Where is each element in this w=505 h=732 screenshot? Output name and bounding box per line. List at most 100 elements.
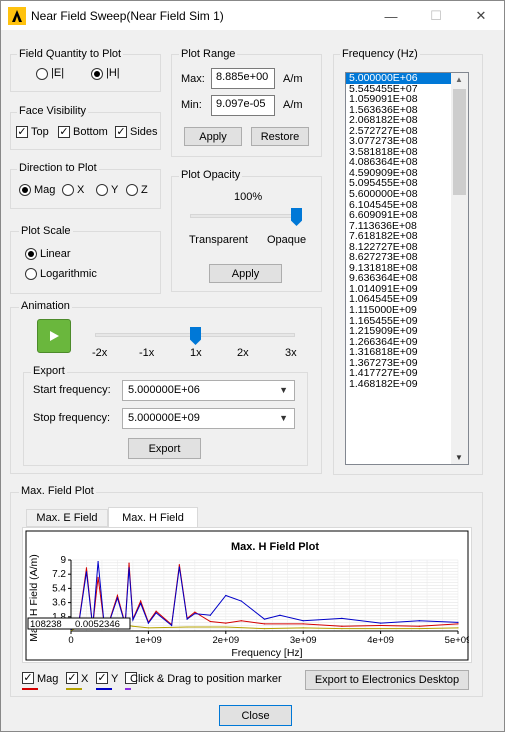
y-tick-label: 3.6 xyxy=(52,598,66,609)
legend-x-checkbox[interactable]: ✓ xyxy=(66,672,78,684)
series-point-y xyxy=(225,594,227,597)
series-point-y xyxy=(171,624,173,627)
series-point-x xyxy=(225,626,227,628)
series-point-mag xyxy=(128,562,130,564)
series-point-mag xyxy=(85,567,88,569)
plot-scale-title: Plot Scale xyxy=(19,225,73,237)
legend-mag-label: Mag xyxy=(37,673,59,685)
max-h-field-chart[interactable]: Max. H Field Plot 0 1e+09 2e+09 3e+09 4e+09 5… xyxy=(25,530,469,661)
radio-z[interactable] xyxy=(126,184,138,196)
opacity-transparent-label: Transparent xyxy=(189,234,248,246)
series-point-x xyxy=(457,627,459,629)
checkbox-sides[interactable]: ✓ xyxy=(115,126,127,138)
legend-mag-checkbox[interactable]: ✓ xyxy=(22,672,34,684)
scrollbar-thumb[interactable] xyxy=(453,89,466,195)
series-point-mag xyxy=(457,623,459,625)
series-point-y xyxy=(147,622,149,624)
export-to-electronics-desktop-button[interactable]: Export to Electronics Desktop xyxy=(305,670,469,690)
max-unit: A/m xyxy=(283,73,303,85)
chevron-down-icon: ▼ xyxy=(279,413,288,423)
x-tick-label: 5e+09 xyxy=(445,635,469,646)
series-point-y xyxy=(380,622,382,624)
field-quantity-title: Field Quantity to Plot xyxy=(17,48,124,60)
series-point-x xyxy=(147,627,149,629)
minimize-button[interactable]: — xyxy=(369,4,413,28)
x-tick-label: 0 xyxy=(68,635,73,646)
series-point-x xyxy=(186,626,188,628)
series-point-mag xyxy=(209,620,211,623)
checkbox-top[interactable]: ✓ xyxy=(16,126,28,138)
radio-h-field[interactable] xyxy=(91,68,103,80)
series-point-mag xyxy=(302,623,304,625)
checkbox-sides-label: Sides xyxy=(130,126,158,138)
stop-frequency-label: Stop frequency: xyxy=(33,412,111,424)
legend-x-line xyxy=(66,688,82,690)
speed-label-2x: 2x xyxy=(237,347,249,359)
legend-marker-label: Click & Drag to position marker xyxy=(130,673,282,685)
close-button[interactable]: Close xyxy=(219,705,292,726)
legend-y-label: Y xyxy=(111,673,119,685)
opacity-apply-button[interactable]: Apply xyxy=(209,264,282,283)
series-point-mag xyxy=(194,611,196,613)
opacity-slider-track[interactable] xyxy=(190,214,302,218)
frequency-list-item[interactable]: 1.468182E+09 xyxy=(346,379,468,390)
x-tick-label: 1e+09 xyxy=(135,635,162,646)
radio-logarithmic-label: Logarithmic xyxy=(40,268,97,280)
frequency-list-item[interactable]: 1.115000E+09 xyxy=(346,305,468,316)
max-label: Max: xyxy=(181,73,205,85)
maximize-button[interactable]: ☐ xyxy=(414,4,458,28)
legend-y-checkbox[interactable]: ✓ xyxy=(96,672,108,684)
series-point-x xyxy=(302,627,304,629)
min-value-input[interactable]: 9.097e-05 xyxy=(211,95,275,116)
legend-x-label: X xyxy=(81,673,89,685)
scroll-down-icon[interactable]: ▼ xyxy=(455,453,463,462)
range-restore-button[interactable]: Restore xyxy=(251,127,309,146)
range-apply-button[interactable]: Apply xyxy=(184,127,242,146)
radio-logarithmic[interactable] xyxy=(25,268,37,280)
series-point-y xyxy=(302,620,304,622)
frequency-list[interactable]: 5.000000E+06 5.545455E+07 1.059091E+08 1.56… xyxy=(345,72,469,465)
frequency-list-item[interactable]: 5.000000E+06 xyxy=(346,73,468,85)
radio-mag[interactable] xyxy=(19,184,31,196)
window-title: Near Field Sweep(Near Field Sim 1) xyxy=(31,9,224,23)
radio-linear-label: Linear xyxy=(40,248,71,260)
animation-title: Animation xyxy=(19,300,72,312)
tab-max-e-field[interactable]: Max. E Field xyxy=(26,509,108,527)
radio-e-field-label: |E| xyxy=(51,67,65,79)
scroll-up-icon[interactable]: ▲ xyxy=(455,75,463,84)
radio-x[interactable] xyxy=(62,184,74,196)
radio-y-label: Y xyxy=(111,184,119,196)
radio-h-field-label: |H| xyxy=(106,67,120,79)
start-frequency-label: Start frequency: xyxy=(33,384,111,396)
opacity-percent: 100% xyxy=(234,191,263,203)
series-point-y xyxy=(341,617,343,619)
max-value-input[interactable]: 8.885e+00 xyxy=(211,68,275,89)
export-title: Export xyxy=(31,365,67,377)
frequency-list-item[interactable]: 5.600000E+08 xyxy=(346,189,468,200)
radio-y[interactable] xyxy=(96,184,108,196)
frequency-scrollbar[interactable]: ▲ ▼ xyxy=(451,73,468,464)
series-point-mag xyxy=(155,610,157,612)
x-tick-label: 3e+09 xyxy=(290,635,317,646)
marker-y-readout: 0.0052346 xyxy=(75,619,120,630)
plot-scale-group xyxy=(10,231,161,294)
close-window-button[interactable]: ✕ xyxy=(459,4,503,28)
tab-max-h-field[interactable]: Max. H Field xyxy=(108,507,198,528)
radio-x-label: X xyxy=(77,184,85,196)
opacity-opaque-label: Opaque xyxy=(267,234,307,246)
play-button[interactable] xyxy=(37,319,71,353)
chart-title: Max. H Field Plot xyxy=(231,541,319,553)
y-tick-label: 7.2 xyxy=(52,569,66,580)
direction-title: Direction to Plot xyxy=(17,162,99,174)
title-bar: Near Field Sweep(Near Field Sim 1) — ☐ ✕ xyxy=(1,1,504,30)
plot-range-title: Plot Range xyxy=(179,48,238,60)
radio-linear[interactable] xyxy=(25,248,37,260)
radio-e-field[interactable] xyxy=(36,68,48,80)
checkbox-bottom[interactable]: ✓ xyxy=(58,126,70,138)
stop-frequency-select[interactable]: 5.000000E+09 ▼ xyxy=(122,408,295,429)
checkbox-top-label: Top xyxy=(31,126,49,138)
min-label: Min: xyxy=(181,99,202,111)
start-frequency-select[interactable]: 5.000000E+06 ▼ xyxy=(122,380,295,401)
series-point-mag xyxy=(240,620,242,622)
export-animation-button[interactable]: Export xyxy=(128,438,201,459)
